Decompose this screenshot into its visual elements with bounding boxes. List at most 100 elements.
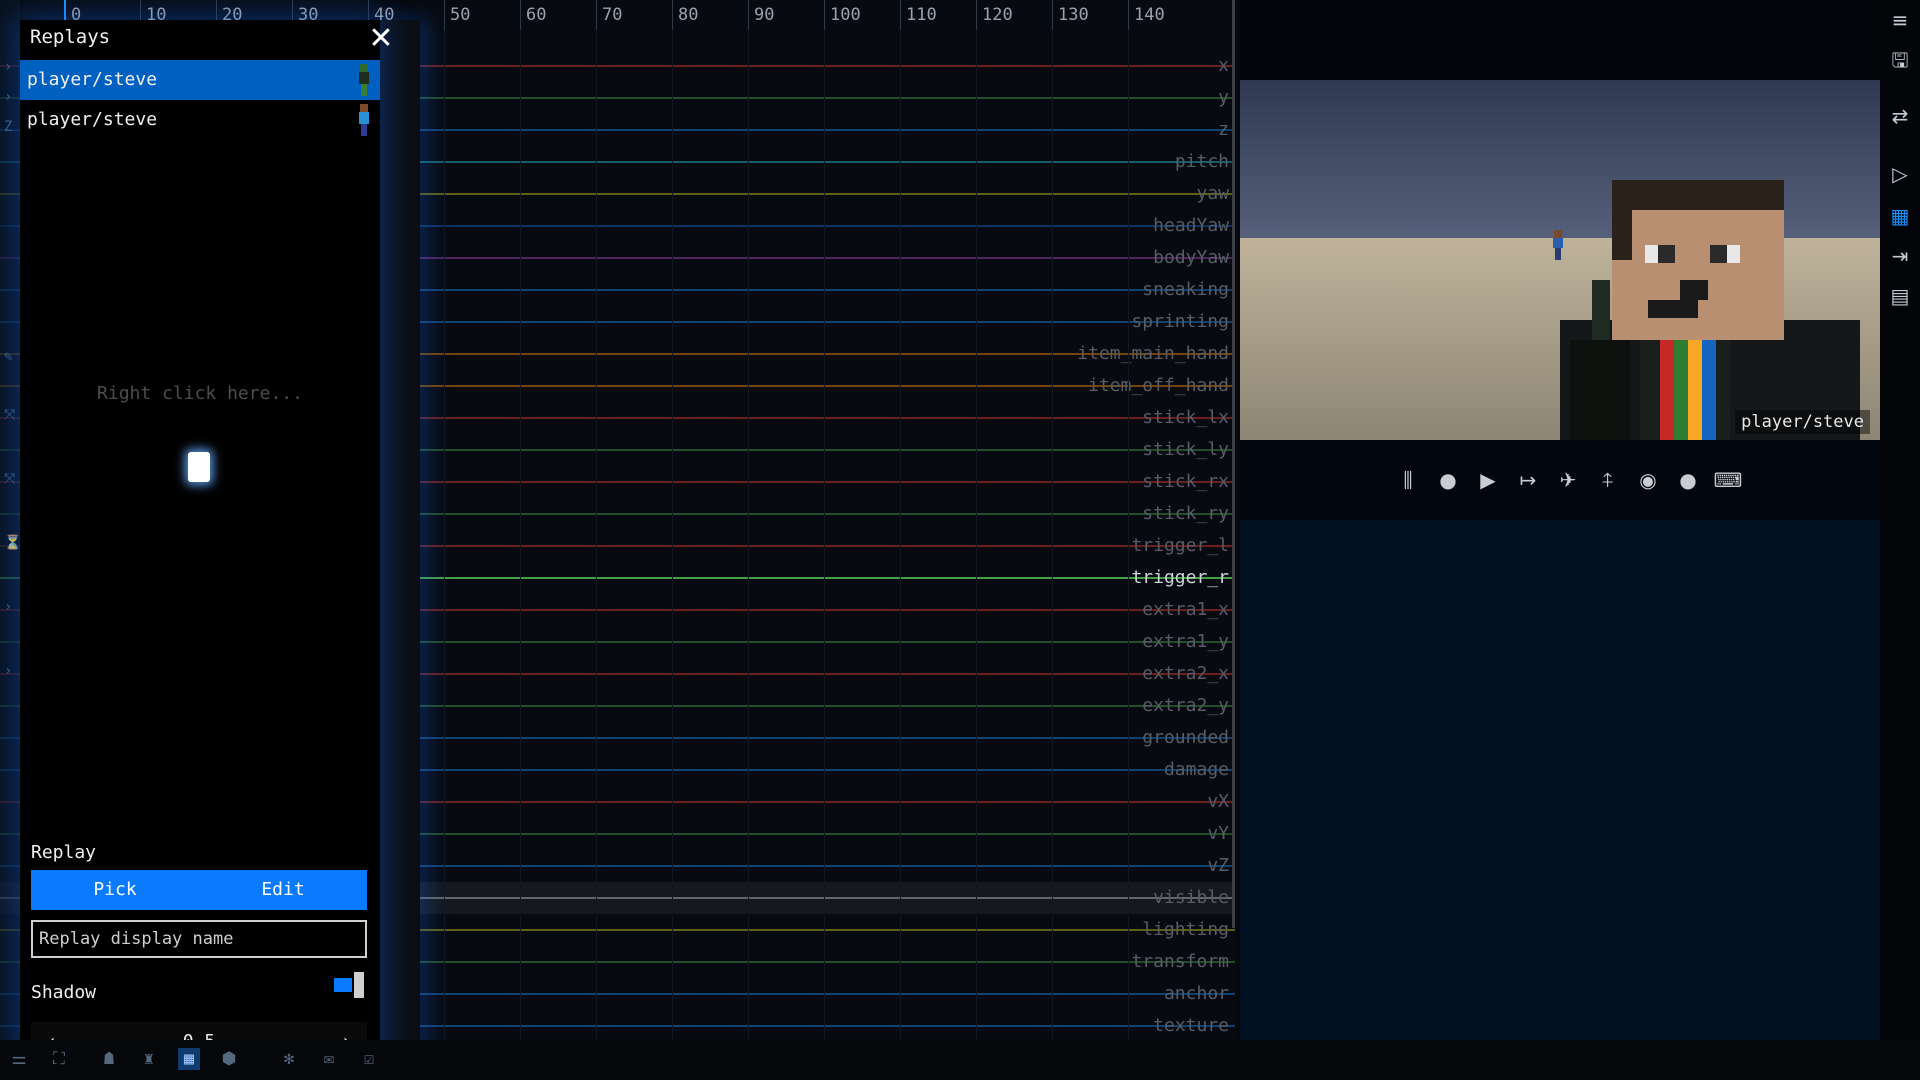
track-label[interactable]: sneaking	[1142, 274, 1229, 306]
swap-icon[interactable]: ⇄	[1888, 104, 1912, 128]
track-label[interactable]: item_off_hand	[1088, 370, 1229, 402]
film-icon[interactable]: ▦	[1888, 204, 1912, 228]
fly-icon[interactable]: ✈	[1550, 462, 1586, 498]
track-label[interactable]: bodyYaw	[1153, 242, 1229, 274]
right-sidebar: ≡ 🖫 ⇄ ▷ ▦ ⇥ ▤	[1880, 0, 1920, 1040]
menu-icon[interactable]: ≡	[1888, 8, 1912, 32]
track-label[interactable]: extra2_x	[1142, 658, 1229, 690]
replay-display-name-input[interactable]	[31, 920, 367, 958]
tool-icon[interactable]: ⤧	[4, 408, 16, 422]
bottom-toolbar: ⚌ ⛶ ☗ ♜ ▦ ⬢ ✻ ✉ ☑	[0, 1040, 1920, 1080]
trophy-icon[interactable]: ♜	[138, 1048, 160, 1070]
chevron-right-icon[interactable]: ›	[4, 90, 16, 104]
track-label[interactable]: stick_lx	[1142, 402, 1229, 434]
track-label[interactable]: headYaw	[1153, 210, 1229, 242]
track-label[interactable]: anchor	[1164, 978, 1229, 1010]
track-label[interactable]: stick_rx	[1142, 466, 1229, 498]
add-replay-button[interactable]	[188, 452, 210, 482]
pick-button[interactable]: Pick	[31, 870, 199, 910]
chevron-right-icon[interactable]: ›	[4, 664, 16, 678]
track-label[interactable]: texture	[1153, 1010, 1229, 1040]
record-icon[interactable]: ●	[1670, 462, 1706, 498]
track-label[interactable]: lighting	[1142, 914, 1229, 946]
pencil-icon[interactable]: ✎	[4, 350, 16, 364]
edit-button[interactable]: Edit	[199, 870, 367, 910]
track-label[interactable]: stick_ry	[1142, 498, 1229, 530]
ruler-tick: 90	[748, 0, 774, 30]
track-label[interactable]: visible	[1153, 882, 1229, 914]
toggle-on-indicator	[334, 978, 352, 992]
ruler-tick: 120	[976, 0, 1013, 30]
keyframe-split-icon[interactable]: ⫼	[1390, 462, 1426, 498]
shield-icon[interactable]: ⬢	[218, 1048, 240, 1070]
track-label[interactable]: pitch	[1175, 146, 1229, 178]
notes-icon[interactable]: ▤	[1888, 284, 1912, 308]
replay-item-label: player/steve	[27, 109, 158, 130]
grid-line	[672, 30, 673, 1040]
ruler-tick: 80	[672, 0, 698, 30]
timeline-scrollbar[interactable]	[1232, 0, 1235, 928]
sliders-icon[interactable]: ⚌	[8, 1048, 30, 1070]
camera-icon[interactable]: ⌨	[1710, 462, 1746, 498]
grid-line	[1128, 30, 1129, 1040]
track-label[interactable]: extra1_y	[1142, 626, 1229, 658]
bone-icon[interactable]: ●	[1430, 462, 1466, 498]
shadow-toggle[interactable]	[334, 972, 366, 998]
grid-line	[520, 30, 521, 1040]
ruler-tick: 110	[900, 0, 937, 30]
close-icon[interactable]: ✕	[366, 24, 396, 55]
document-icon[interactable]: ☑	[358, 1048, 380, 1070]
grid-line	[976, 30, 977, 1040]
grid-line	[444, 30, 445, 1040]
track-label[interactable]: transform	[1131, 946, 1229, 978]
scene-render	[1240, 80, 1880, 440]
track-label[interactable]: item_main_hand	[1077, 338, 1229, 370]
mail-icon[interactable]: ✉	[318, 1048, 340, 1070]
play-outline-icon[interactable]: ▷	[1888, 162, 1912, 186]
paw-icon[interactable]: ✻	[278, 1048, 300, 1070]
z-icon[interactable]: Z	[4, 120, 16, 134]
toggle-knob	[354, 972, 364, 998]
actor-thumbnail-icon	[359, 64, 369, 96]
shadow-label: Shadow	[31, 982, 97, 1003]
track-label[interactable]: vX	[1207, 786, 1229, 818]
filter-icon[interactable]: ⏳	[4, 536, 21, 550]
replay-item[interactable]: player/steve	[20, 60, 380, 100]
playback-controls: ⫼ ● ▶ ↦ ✈ ⍏ ◉ ● ⌨	[1240, 440, 1880, 520]
ruler-tick: 50	[444, 0, 470, 30]
track-label[interactable]: stick_ly	[1142, 434, 1229, 466]
person-icon[interactable]: ☗	[98, 1048, 120, 1070]
track-label[interactable]: x	[1218, 50, 1229, 82]
scene-viewport[interactable]: player/steve	[1240, 80, 1880, 440]
track-label[interactable]: extra2_y	[1142, 690, 1229, 722]
track-label[interactable]: z	[1218, 114, 1229, 146]
replay-section-label: Replay	[31, 842, 97, 863]
track-label[interactable]: yaw	[1196, 178, 1229, 210]
track-label[interactable]: vZ	[1207, 850, 1229, 882]
frame-icon[interactable]: ⛶	[48, 1048, 70, 1070]
track-label[interactable]: y	[1218, 82, 1229, 114]
import-icon[interactable]: ⇥	[1888, 244, 1912, 268]
film-strip-icon[interactable]: ▦	[178, 1048, 200, 1070]
chevron-right-icon[interactable]: ›	[4, 60, 16, 74]
pick-edit-group: Pick Edit	[31, 870, 367, 910]
track-label[interactable]: damage	[1164, 754, 1229, 786]
track-label[interactable]: trigger_l	[1131, 530, 1229, 562]
chevron-right-icon[interactable]: ›	[4, 600, 16, 614]
play-icon[interactable]: ▶	[1470, 462, 1506, 498]
tool-icon[interactable]: ⤧	[4, 472, 16, 486]
track-label[interactable]: trigger_r	[1131, 562, 1229, 594]
actor-icon[interactable]: ⍏	[1590, 462, 1626, 498]
eye-icon[interactable]: ◉	[1630, 462, 1666, 498]
track-label[interactable]: grounded	[1142, 722, 1229, 754]
track-label[interactable]: vY	[1207, 818, 1229, 850]
track-label[interactable]: extra1_x	[1142, 594, 1229, 626]
track-label[interactable]: sprinting	[1131, 306, 1229, 338]
save-icon[interactable]: 🖫	[1888, 48, 1912, 72]
replay-item-label: player/steve	[27, 69, 158, 90]
step-arrow-icon[interactable]: ↦	[1510, 462, 1546, 498]
replay-item[interactable]: player/steve	[20, 100, 380, 140]
ruler-tick: 130	[1052, 0, 1089, 30]
ruler-tick: 60	[520, 0, 546, 30]
grid-line	[748, 30, 749, 1040]
